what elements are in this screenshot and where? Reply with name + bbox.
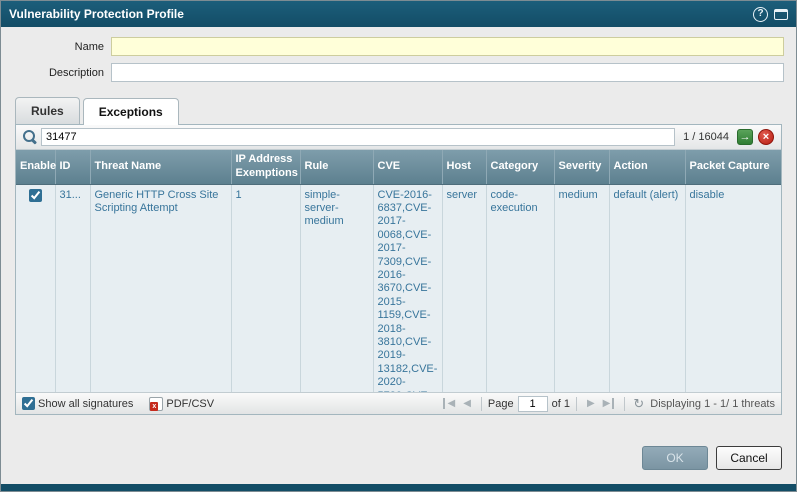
search-result-count: 1 / 16044 — [683, 131, 729, 143]
search-input[interactable] — [41, 128, 675, 146]
column-header-category[interactable]: Category — [486, 150, 554, 184]
column-header-cve[interactable]: CVE — [373, 150, 442, 184]
exceptions-grid: Enable ID Threat Name IP Address Exempti… — [16, 150, 781, 392]
search-toolbar: 1 / 16044 → × — [16, 125, 781, 150]
exceptions-panel: 1 / 16044 → × Enable ID Threat Name IP A — [15, 124, 782, 415]
grid-header-row: Enable ID Threat Name IP Address Exempti… — [16, 150, 781, 184]
pager: ◀ ◀ Page of 1 ▶ ▶ ↻ Displaying 1 - 1/ 1 … — [439, 396, 775, 412]
cell-enable — [16, 184, 55, 392]
column-header-rule[interactable]: Rule — [300, 150, 373, 184]
next-page-icon[interactable]: ▶ — [583, 398, 599, 409]
cell-id: 31... — [55, 184, 90, 392]
enable-checkbox[interactable] — [29, 189, 42, 202]
name-label: Name — [13, 41, 111, 53]
show-all-signatures-label: Show all signatures — [38, 398, 133, 410]
page-number-input[interactable] — [518, 396, 548, 412]
dialog-button-row: OK Cancel — [1, 446, 796, 484]
cell-host: server — [442, 184, 486, 392]
page-label: Page — [488, 398, 514, 410]
cancel-button[interactable]: Cancel — [716, 446, 782, 470]
cell-category: code-execution — [486, 184, 554, 392]
cell-action: default (alert) — [609, 184, 685, 392]
show-all-signatures-checkbox[interactable] — [22, 397, 35, 410]
apply-filter-button[interactable]: → — [737, 129, 753, 145]
column-header-severity[interactable]: Severity — [554, 150, 609, 184]
pdf-csv-icon — [149, 397, 163, 411]
column-header-host[interactable]: Host — [442, 150, 486, 184]
dialog-titlebar: Vulnerability Protection Profile ? — [1, 1, 796, 27]
description-input[interactable] — [111, 63, 784, 82]
pager-divider — [624, 397, 625, 411]
window-button[interactable] — [774, 9, 788, 20]
cell-severity: medium — [554, 184, 609, 392]
description-label: Description — [13, 67, 111, 79]
pager-divider — [576, 397, 577, 411]
column-header-threat-name[interactable]: Threat Name — [90, 150, 231, 184]
name-row: Name — [13, 37, 784, 56]
cell-cve: CVE-2016-6837,CVE-2017-0068,CVE-2017-730… — [373, 184, 442, 392]
search-icon — [23, 130, 37, 144]
help-icon: ? — [753, 7, 768, 22]
column-header-enable[interactable]: Enable — [16, 150, 55, 184]
window-icon — [774, 9, 788, 20]
dialog-title: Vulnerability Protection Profile — [9, 7, 184, 21]
cell-ip-exemptions: 1 — [231, 184, 300, 392]
cell-threat-name: Generic HTTP Cross Site Scripting Attemp… — [90, 184, 231, 392]
cell-rule: simple-server-medium — [300, 184, 373, 392]
column-header-action[interactable]: Action — [609, 150, 685, 184]
id-link[interactable]: 31... — [60, 189, 81, 201]
help-button[interactable]: ? — [753, 7, 768, 22]
description-row: Description — [13, 63, 784, 82]
table-row[interactable]: 31... Generic HTTP Cross Site Scripting … — [16, 184, 781, 392]
grid-footer-toolbar: Show all signatures PDF/CSV ◀ ◀ Page of … — [16, 392, 781, 414]
refresh-icon[interactable]: ↻ — [633, 396, 644, 412]
threat-name-link[interactable]: Generic HTTP Cross Site Scripting Attemp… — [95, 189, 219, 214]
form-area: Name Description — [1, 27, 796, 89]
column-header-ip-exemptions[interactable]: IP Address Exemptions — [231, 150, 300, 184]
cell-packet-capture: disable — [685, 184, 781, 392]
clear-filter-button[interactable]: × — [758, 129, 774, 145]
last-page-icon[interactable]: ▶ — [599, 398, 615, 409]
ok-button[interactable]: OK — [642, 446, 708, 470]
page-of-label: of 1 — [552, 398, 570, 410]
tab-rules[interactable]: Rules — [15, 97, 80, 124]
pdf-csv-link[interactable]: PDF/CSV — [166, 398, 214, 410]
prev-page-icon[interactable]: ◀ — [459, 398, 475, 409]
column-header-packet-capture[interactable]: Packet Capture — [685, 150, 781, 184]
vulnerability-protection-profile-dialog: Vulnerability Protection Profile ? Name … — [0, 0, 797, 492]
tab-bar: Rules Exceptions — [1, 89, 796, 124]
name-input[interactable] — [111, 37, 784, 56]
pager-divider — [481, 397, 482, 411]
column-header-id[interactable]: ID — [55, 150, 90, 184]
dialog-bottom-strip — [1, 484, 796, 491]
displaying-status: Displaying 1 - 1/ 1 threats — [650, 398, 775, 410]
first-page-icon[interactable]: ◀ — [443, 398, 459, 409]
tab-exceptions[interactable]: Exceptions — [83, 98, 179, 125]
